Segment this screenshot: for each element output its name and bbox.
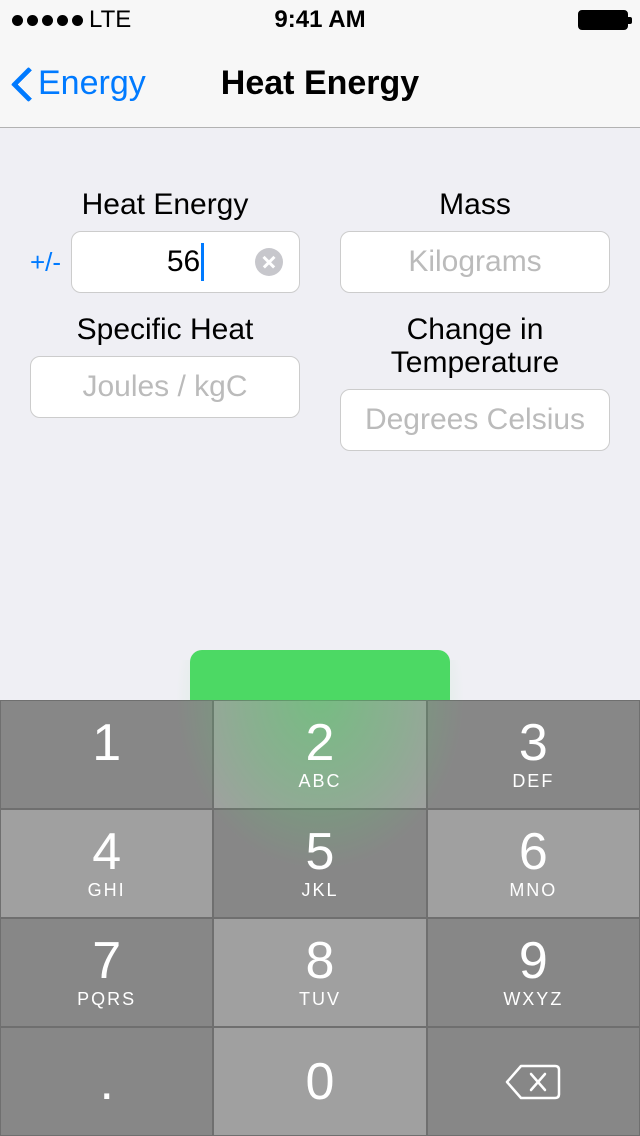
form-content: Heat Energy +/- 56 Mass Kilograms Specif… <box>0 128 640 451</box>
heat-energy-value: 56 <box>167 245 200 279</box>
key-backspace[interactable] <box>427 1027 640 1136</box>
specific-heat-input[interactable]: Joules / kgC <box>30 356 300 418</box>
change-temp-input[interactable]: Degrees Celsius <box>340 389 610 451</box>
heat-energy-input[interactable]: 56 <box>71 231 300 293</box>
field-mass: Mass Kilograms <box>340 188 610 293</box>
key-0[interactable]: 0 <box>213 1027 426 1136</box>
change-temp-placeholder: Degrees Celsius <box>357 403 593 437</box>
signal-dots-icon <box>12 15 83 26</box>
numeric-keypad: 1 2 ABC 3 DEF 4 GHI 5 JKL 6 MNO 7 PQRS 8… <box>0 700 640 1136</box>
field-change-temp: Change in Temperature Degrees Celsius <box>340 313 610 451</box>
key-1[interactable]: 1 <box>0 700 213 809</box>
status-bar: LTE 9:41 AM <box>0 0 640 40</box>
key-6[interactable]: 6 MNO <box>427 809 640 918</box>
back-button[interactable]: Energy <box>10 64 146 104</box>
text-cursor <box>201 243 204 281</box>
sign-toggle-button[interactable]: +/- <box>30 247 61 278</box>
key-5[interactable]: 5 JKL <box>213 809 426 918</box>
key-9[interactable]: 9 WXYZ <box>427 918 640 1027</box>
status-time: 9:41 AM <box>274 6 365 34</box>
key-period[interactable]: . <box>0 1027 213 1136</box>
mass-input[interactable]: Kilograms <box>340 231 610 293</box>
heat-energy-label: Heat Energy <box>30 188 300 221</box>
specific-heat-placeholder: Joules / kgC <box>47 370 283 404</box>
backspace-icon <box>505 1062 561 1102</box>
field-specific-heat: Specific Heat Joules / kgC <box>30 313 300 451</box>
mass-label: Mass <box>340 188 610 221</box>
clear-icon[interactable] <box>255 248 283 276</box>
specific-heat-label: Specific Heat <box>30 313 300 346</box>
key-7[interactable]: 7 PQRS <box>0 918 213 1027</box>
back-label: Energy <box>38 64 146 103</box>
carrier-label: LTE <box>89 6 131 34</box>
battery-icon <box>578 10 628 30</box>
key-3[interactable]: 3 DEF <box>427 700 640 809</box>
page-title: Heat Energy <box>221 64 419 103</box>
key-2[interactable]: 2 ABC <box>213 700 426 809</box>
chevron-left-icon <box>10 64 34 104</box>
nav-bar: Energy Heat Energy <box>0 40 640 128</box>
change-temp-label: Change in Temperature <box>340 313 610 379</box>
mass-placeholder: Kilograms <box>357 245 593 279</box>
calculate-button[interactable] <box>190 650 450 700</box>
status-left: LTE <box>12 6 131 34</box>
key-4[interactable]: 4 GHI <box>0 809 213 918</box>
field-heat-energy: Heat Energy +/- 56 <box>30 188 300 293</box>
key-8[interactable]: 8 TUV <box>213 918 426 1027</box>
